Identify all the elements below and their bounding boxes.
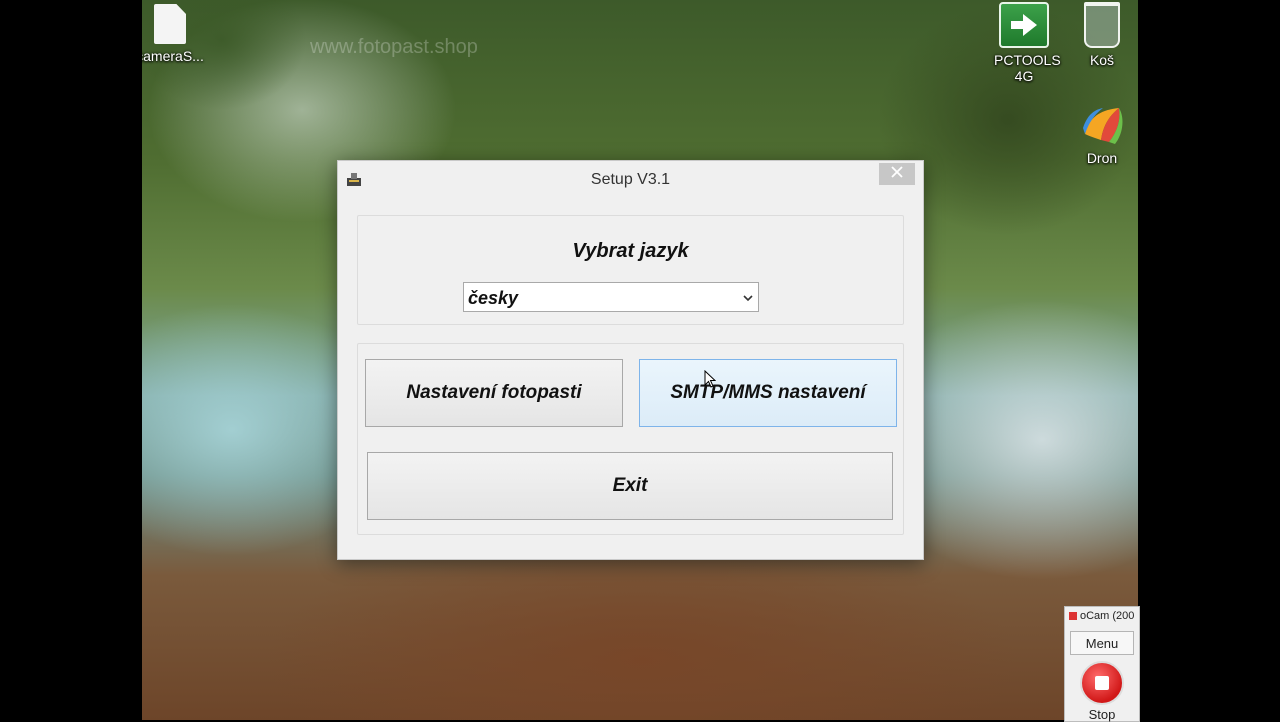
ocam-menu-button[interactable]: Menu bbox=[1070, 631, 1134, 655]
ocam-recorder-widget: oCam (200 Menu Stop bbox=[1064, 606, 1140, 722]
language-group: Vybrat jazyk česky bbox=[357, 215, 904, 325]
setup-dialog: Setup V3.1 Vybrat jazyk česky Nastavení … bbox=[337, 160, 924, 560]
actions-group: Nastavení fotopasti SMTP/MMS nastavení E… bbox=[357, 343, 904, 535]
desktop-icon-label: cameraS... bbox=[142, 48, 204, 64]
desktop-icon-recycle-bin[interactable]: Koš bbox=[1062, 2, 1138, 68]
ocam-title: oCam (200 bbox=[1080, 610, 1135, 622]
exit-button[interactable]: Exit bbox=[367, 452, 893, 520]
language-select-value: česky bbox=[468, 288, 519, 308]
camera-settings-button[interactable]: Nastavení fotopasti bbox=[365, 359, 623, 427]
file-icon bbox=[154, 4, 186, 44]
chevron-down-icon bbox=[742, 291, 754, 303]
desktop-icon-label: Koš bbox=[1089, 52, 1115, 68]
watermark-text: www.fotopast.shop bbox=[310, 36, 478, 58]
mouse-cursor-icon bbox=[704, 369, 717, 388]
ocam-app-icon bbox=[1069, 612, 1077, 620]
desktop-icon-pctools[interactable]: PCTOOLS 4G bbox=[984, 2, 1064, 84]
language-select[interactable]: česky bbox=[463, 282, 759, 312]
pctools-arrow-icon bbox=[999, 2, 1049, 48]
close-button[interactable] bbox=[879, 163, 915, 185]
desktop-icon-dron[interactable]: Dron bbox=[1062, 104, 1138, 166]
dialog-title: Setup V3.1 bbox=[590, 171, 671, 188]
dron-app-icon bbox=[1079, 104, 1125, 146]
desktop-icon-camera-file[interactable]: cameraS... bbox=[142, 4, 210, 64]
smtp-mms-settings-button[interactable]: SMTP/MMS nastavení bbox=[639, 359, 897, 427]
desktop-icon-label: PCTOOLS 4G bbox=[994, 52, 1061, 84]
close-icon bbox=[891, 165, 903, 183]
dialog-titlebar[interactable]: Setup V3.1 bbox=[338, 161, 923, 197]
recycle-bin-icon bbox=[1084, 2, 1120, 48]
ocam-titlebar[interactable]: oCam (200 bbox=[1065, 607, 1139, 625]
desktop-icon-label: Dron bbox=[1086, 150, 1118, 166]
stop-record-button[interactable] bbox=[1080, 661, 1124, 705]
stop-icon bbox=[1095, 676, 1109, 690]
language-label: Vybrat jazyk bbox=[572, 240, 689, 262]
